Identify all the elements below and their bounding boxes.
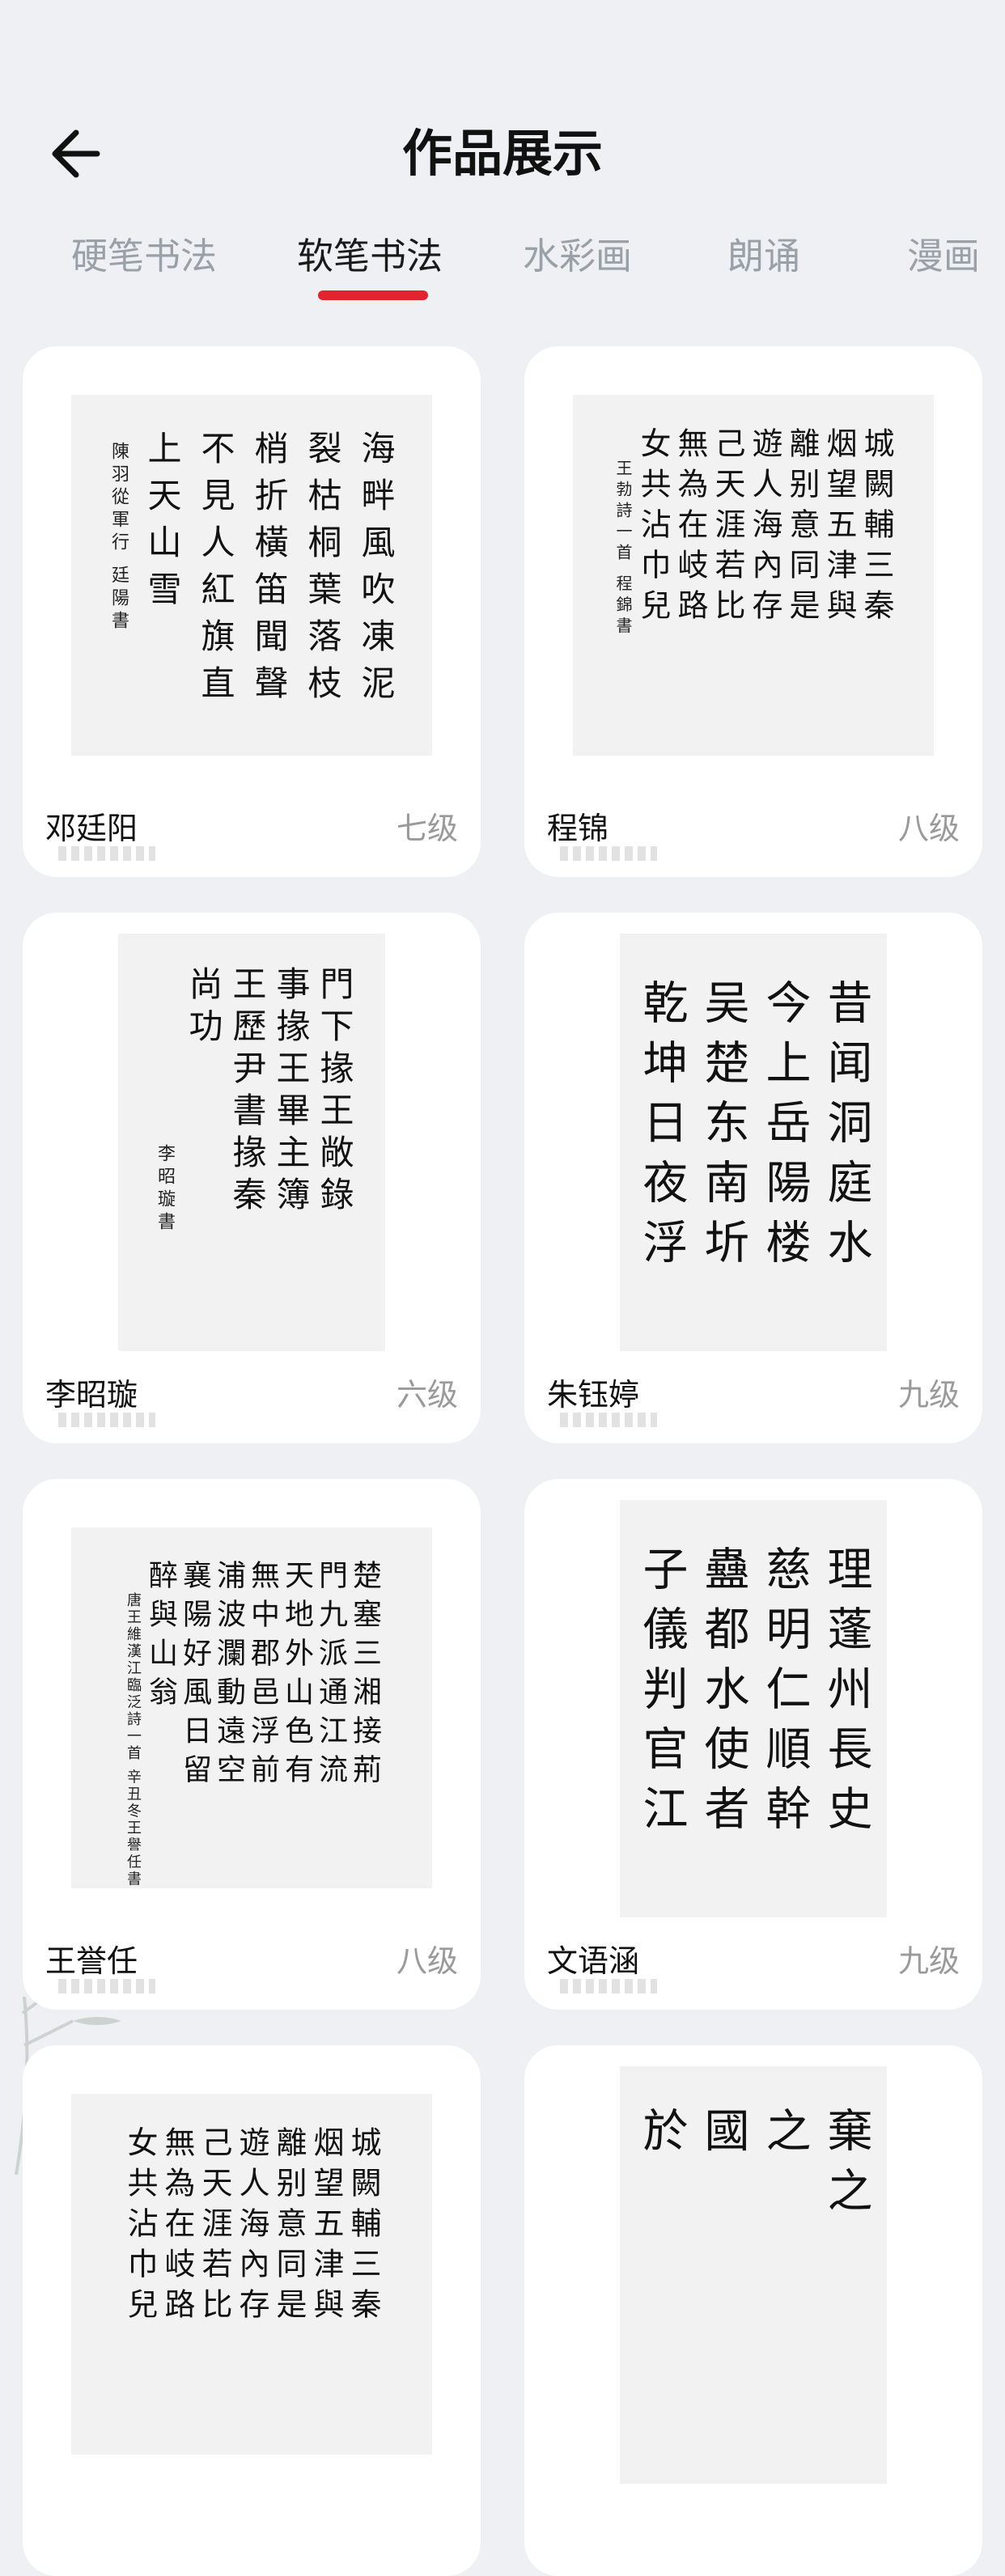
calligraphy-artwork: 城闕輔三秦 烟望五津與 離别意同是 遊人海內存 己天涯若比 無為在岐路 女共沾巾…	[71, 2094, 432, 2455]
work-card[interactable]: 城闕輔三秦 烟望五津與 離别意同是 遊人海內存 己天涯若比 無為在岐路 女共沾巾…	[23, 2045, 481, 2576]
level-label: 九级	[897, 1377, 960, 1413]
category-tabs: 硬笔书法 软笔书法 水彩画 朗诵 漫画	[0, 228, 1005, 317]
calligraphy-column: 上天山雪	[142, 430, 182, 618]
calligraphy-column: 乾坤日夜浮	[635, 979, 688, 1278]
header: 作品展示	[0, 0, 1005, 210]
calligraphy-column: 於	[635, 2107, 688, 2167]
work-card[interactable]: 楚塞三湘接荊 門九派通江流 天地外山色有 無中郡邑浮前 浦波瀾動遠空 襄陽好風日…	[23, 1479, 481, 2010]
watermark	[560, 1979, 657, 1993]
author-name: 程锦	[547, 811, 609, 846]
calligraphy-artwork: 門下掾王敞錄 事掾王畢主簿 王歷尹書掾秦 尚功 李昭璇書	[118, 934, 385, 1351]
calligraphy-column: 蠱都水使者	[697, 1545, 749, 1845]
active-tab-indicator	[318, 290, 428, 300]
calligraphy-column: 棄之	[820, 2107, 872, 2226]
calligraphy-column: 之	[758, 2107, 811, 2167]
level-label: 七级	[396, 811, 458, 846]
calligraphy-artwork: 昔闻洞庭水 今上岳陽楼 吴楚东南圻 乾坤日夜浮	[620, 934, 887, 1351]
calligraphy-artwork: 楚塞三湘接荊 門九派通江流 天地外山色有 無中郡邑浮前 浦波瀾動遠空 襄陽好風日…	[71, 1527, 432, 1888]
watermark	[560, 1413, 657, 1427]
author-name: 文语涵	[547, 1943, 640, 1979]
calligraphy-column: 王歷尹書掾秦	[227, 966, 267, 1218]
level-label: 六级	[396, 1377, 458, 1413]
tab-watercolor[interactable]: 水彩画	[523, 228, 632, 285]
page-title: 作品展示	[401, 124, 603, 183]
calligraphy-column: 楚塞三湘接荊	[348, 1560, 381, 1793]
tab-recitation[interactable]: 朗诵	[727, 228, 800, 285]
calligraphy-column: 事掾王畢主簿	[271, 966, 311, 1218]
calligraphy-column: 遊人海內存	[234, 2126, 269, 2328]
calligraphy-column: 尚功	[184, 966, 223, 1050]
calligraphy-column: 今上岳陽楼	[758, 979, 811, 1278]
watermark	[58, 1413, 155, 1427]
calligraphy-column: 醉與山翁	[144, 1560, 177, 1715]
calligraphy-column: 無中郡邑浮前	[246, 1560, 279, 1793]
calligraphy-column: 襄陽好風日留	[178, 1560, 211, 1793]
calligraphy-column: 城闕輔三秦	[859, 427, 894, 629]
work-card[interactable]: 昔闻洞庭水 今上岳陽楼 吴楚东南圻 乾坤日夜浮 朱钰婷 九级	[524, 913, 982, 1443]
work-card[interactable]: 海畔風吹凍泥 裂枯桐葉落枝 梢折橫笛聞聲 不見人紅旗直 上天山雪 陳羽從軍行 廷…	[23, 346, 481, 877]
calligraphy-column: 不見人紅旗直	[196, 430, 235, 712]
calligraphy-column: 離别意同是	[271, 2126, 307, 2328]
tab-brush[interactable]: 软笔书法	[297, 228, 443, 285]
calligraphy-column: 女共沾巾兒	[635, 427, 671, 629]
work-card[interactable]: 棄之 之 國 於	[524, 2045, 982, 2576]
calligraphy-column: 無為在岐路	[672, 427, 708, 629]
calligraphy-column: 烟望五津與	[821, 427, 857, 629]
calligraphy-column: 理蓬州長史	[820, 1545, 872, 1845]
calligraphy-column: 慈明仁順幹	[758, 1545, 811, 1845]
calligraphy-artwork: 棄之 之 國 於	[620, 2066, 887, 2484]
calligraphy-column: 門九派通江流	[314, 1560, 347, 1793]
calligraphy-artwork: 海畔風吹凍泥 裂枯桐葉落枝 梢折橫笛聞聲 不見人紅旗直 上天山雪 陳羽從軍行 廷…	[71, 395, 432, 756]
calligraphy-artwork: 城闕輔三秦 烟望五津與 離别意同是 遊人海內存 己天涯若比 無為在岐路 女共沾巾…	[573, 395, 934, 756]
work-card[interactable]: 城闕輔三秦 烟望五津與 離别意同是 遊人海內存 己天涯若比 無為在岐路 女共沾巾…	[524, 346, 982, 877]
calligraphy-column: 子儀判官江	[635, 1545, 688, 1845]
level-label: 八级	[897, 811, 960, 846]
calligraphy-column: 己天涯若比	[710, 427, 745, 629]
artwork-inscription: 唐王維漢江臨泛詩一首 辛丑冬王譽任書	[125, 1592, 142, 1888]
watermark	[58, 1979, 155, 1993]
watermark	[560, 846, 657, 861]
calligraphy-artwork: 理蓬州長史 慈明仁順幹 蠱都水使者 子儀判官江	[620, 1500, 887, 1917]
work-card[interactable]: 理蓬州長史 慈明仁順幹 蠱都水使者 子儀判官江 文语涵 九级	[524, 1479, 982, 2010]
calligraphy-column: 海畔風吹凍泥	[356, 430, 396, 712]
level-label: 八级	[396, 1943, 458, 1979]
artwork-inscription: 陳羽從軍行 廷陽書	[108, 442, 129, 633]
level-label: 九级	[897, 1943, 960, 1979]
author-name: 王誉任	[45, 1943, 138, 1979]
calligraphy-column: 國	[697, 2107, 749, 2167]
watermark	[58, 846, 155, 861]
artwork-inscription: 王勃詩一首 程錦書	[613, 460, 633, 638]
calligraphy-column: 無為在岐路	[159, 2126, 195, 2328]
calligraphy-column: 昔闻洞庭水	[820, 979, 872, 1278]
calligraphy-column: 遊人海內存	[747, 427, 782, 629]
artwork-inscription: 李昭璇書	[155, 1144, 175, 1235]
calligraphy-column: 梢折橫笛聞聲	[249, 430, 289, 712]
calligraphy-column: 裂枯桐葉落枝	[303, 430, 342, 712]
calligraphy-column: 離别意同是	[784, 427, 820, 629]
calligraphy-column: 門下掾王敞錄	[315, 966, 354, 1218]
author-name: 李昭璇	[45, 1377, 138, 1413]
calligraphy-column: 浦波瀾動遠空	[212, 1560, 245, 1793]
calligraphy-column: 烟望五津與	[308, 2126, 344, 2328]
calligraphy-column: 天地外山色有	[280, 1560, 313, 1793]
tab-comics[interactable]: 漫画	[907, 228, 980, 285]
work-card[interactable]: 門下掾王敞錄 事掾王畢主簿 王歷尹書掾秦 尚功 李昭璇書 李昭璇 六级	[23, 913, 481, 1443]
author-name: 朱钰婷	[547, 1377, 640, 1413]
calligraphy-column: 吴楚东南圻	[697, 979, 749, 1278]
calligraphy-column: 城闕輔三秦	[346, 2126, 381, 2328]
calligraphy-column: 己天涯若比	[197, 2126, 232, 2328]
author-name: 邓廷阳	[45, 811, 138, 846]
calligraphy-column: 女共沾巾兒	[122, 2126, 158, 2328]
tab-hard-pen[interactable]: 硬笔书法	[71, 228, 217, 285]
